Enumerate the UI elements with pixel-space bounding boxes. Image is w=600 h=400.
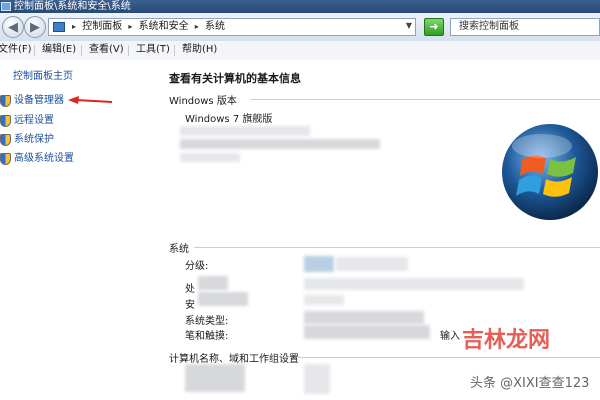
redacted-value — [336, 257, 408, 271]
shield-icon — [0, 115, 11, 127]
pen-touch-value-tail: 输入 — [440, 331, 460, 342]
window-titlebar: 控制面板\系统和安全\系统 — [0, 0, 600, 13]
watermark-logo: 吉林龙网 — [462, 328, 551, 353]
memory-label: 安 — [185, 300, 195, 311]
pen-touch-label: 笔和触摸: — [185, 331, 229, 342]
annotation-arrow-icon — [68, 96, 113, 104]
window-title: 控制面板\系统和安全\系统 — [14, 1, 131, 12]
menu-divider — [81, 45, 82, 56]
address-toolbar: ◀ ▶ ▸ 控制面板 ▸ 系统和安全 ▸ 系统 ▼ ➜ 搜索控制面板 — [0, 13, 600, 42]
redacted-text — [198, 276, 228, 290]
search-input[interactable]: 搜索控制面板 — [450, 18, 600, 36]
menu-divider — [128, 45, 129, 56]
redacted-text — [185, 364, 245, 392]
redacted-value — [304, 364, 330, 394]
redacted-value — [304, 325, 430, 339]
back-button[interactable]: ◀ — [2, 16, 24, 38]
windows-edition-value: Windows 7 旗舰版 — [185, 114, 273, 125]
control-panel-home-link[interactable]: 控制面板主页 — [13, 67, 73, 82]
redacted-value — [304, 278, 524, 290]
menu-file[interactable]: 文件(F) — [0, 41, 32, 59]
redacted-text — [180, 139, 380, 149]
forward-arrow-icon: ▶ — [30, 20, 40, 35]
system-heading: 系统 — [169, 244, 189, 255]
menu-divider — [34, 45, 35, 56]
menu-view[interactable]: 查看(V) — [89, 41, 124, 59]
windows-edition-heading: Windows 版本 — [169, 96, 237, 107]
windows-logo — [502, 124, 598, 220]
search-placeholder: 搜索控制面板 — [459, 21, 519, 32]
watermark-source: 头条 @XIXI查查123 — [470, 376, 590, 391]
back-arrow-icon: ◀ — [8, 20, 18, 35]
section-divider — [298, 357, 600, 358]
location-icon — [53, 22, 65, 32]
system-type-label: 系统类型: — [185, 316, 229, 327]
computer-name-heading: 计算机名称、域和工作组设置 — [169, 354, 299, 365]
breadcrumb-system[interactable]: 系统 — [205, 21, 225, 32]
menu-bar: 文件(F) 编辑(E) 查看(V) 工具(T) 帮助(H) — [0, 41, 600, 61]
rating-label: 分级: — [185, 261, 209, 272]
chevron-right-icon[interactable]: ▸ — [192, 22, 202, 31]
redacted-value — [304, 256, 334, 272]
menu-divider — [174, 45, 175, 56]
sidebar-item-label: 远程设置 — [14, 115, 54, 126]
redacted-text — [198, 292, 248, 306]
section-divider — [250, 99, 600, 100]
chevron-right-icon: ▸ — [72, 22, 77, 31]
processor-label: 处 — [185, 284, 195, 295]
control-panel-icon — [1, 2, 11, 11]
redacted-text — [180, 126, 310, 136]
breadcrumb: ▸ 控制面板 ▸ 系统和安全 ▸ 系统 — [69, 19, 225, 35]
chevron-right-icon[interactable]: ▸ — [125, 22, 135, 31]
sidebar-item-label: 高级系统设置 — [14, 153, 74, 164]
shield-icon — [0, 153, 11, 165]
menu-tools[interactable]: 工具(T) — [136, 41, 170, 59]
redacted-value — [304, 311, 424, 324]
menu-edit[interactable]: 编辑(E) — [42, 41, 76, 59]
refresh-icon: ➜ — [429, 20, 439, 33]
redacted-text — [180, 153, 240, 162]
address-field[interactable]: ▸ 控制面板 ▸ 系统和安全 ▸ 系统 ▼ — [48, 18, 416, 36]
shield-icon — [0, 134, 11, 146]
section-divider — [194, 247, 600, 248]
page-title: 查看有关计算机的基本信息 — [169, 72, 301, 85]
sidebar-item-label: 系统保护 — [14, 134, 54, 145]
breadcrumb-system-security[interactable]: 系统和安全 — [139, 21, 189, 32]
sidebar: 控制面板主页 设备管理器 远程设置 系统保护 高级系统设置 — [0, 60, 158, 400]
refresh-button[interactable]: ➜ — [424, 18, 444, 36]
forward-button[interactable]: ▶ — [24, 16, 46, 38]
chevron-down-icon[interactable]: ▼ — [406, 21, 412, 30]
menu-help[interactable]: 帮助(H) — [182, 41, 217, 59]
sidebar-item-label: 设备管理器 — [14, 95, 64, 106]
redacted-value — [304, 295, 344, 305]
breadcrumb-control-panel[interactable]: 控制面板 — [82, 21, 122, 32]
shield-icon — [0, 95, 11, 107]
